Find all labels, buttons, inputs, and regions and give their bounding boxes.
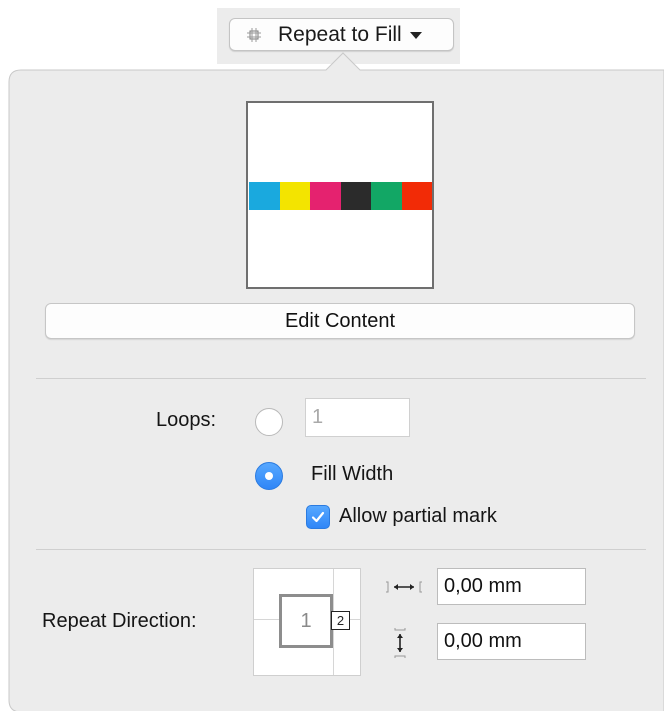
color-swatch — [401, 182, 432, 210]
content-preview — [246, 101, 434, 289]
loops-label: Loops: — [156, 409, 217, 431]
color-swatch — [310, 182, 341, 210]
loops-field[interactable]: 1 — [305, 398, 410, 437]
repeat-direction-label: Repeat Direction: — [42, 610, 197, 632]
edit-content-button[interactable]: Edit Content — [45, 303, 635, 339]
repeat-mode-dropdown[interactable]: Repeat to Fill — [229, 18, 454, 51]
checkmark-icon — [311, 511, 325, 523]
vertical-gap-field[interactable]: 0,00 mm — [437, 623, 586, 660]
chevron-down-icon — [409, 32, 422, 39]
repeat-direction-picker[interactable]: 1 2 — [253, 568, 361, 676]
vertical-gap-icon — [394, 628, 406, 658]
divider — [36, 549, 646, 550]
color-swatch-strip — [249, 182, 432, 210]
dropdown-label: Repeat to Fill — [278, 22, 402, 46]
fill-width-radio[interactable] — [255, 462, 283, 490]
color-swatch — [279, 182, 310, 210]
divider — [36, 378, 646, 379]
allow-partial-checkbox[interactable] — [306, 505, 330, 529]
color-swatch — [340, 182, 371, 210]
repeat-fill-icon — [247, 27, 261, 42]
color-swatch — [371, 182, 402, 210]
tile-primary: 1 — [279, 594, 333, 648]
tile-secondary: 2 — [331, 611, 350, 630]
color-swatch — [249, 182, 280, 210]
loops-radio[interactable] — [255, 408, 283, 436]
horizontal-gap-field[interactable]: 0,00 mm — [437, 568, 586, 605]
allow-partial-label: Allow partial mark — [339, 505, 497, 527]
fill-width-label: Fill Width — [311, 463, 394, 485]
horizontal-gap-icon — [386, 581, 422, 593]
